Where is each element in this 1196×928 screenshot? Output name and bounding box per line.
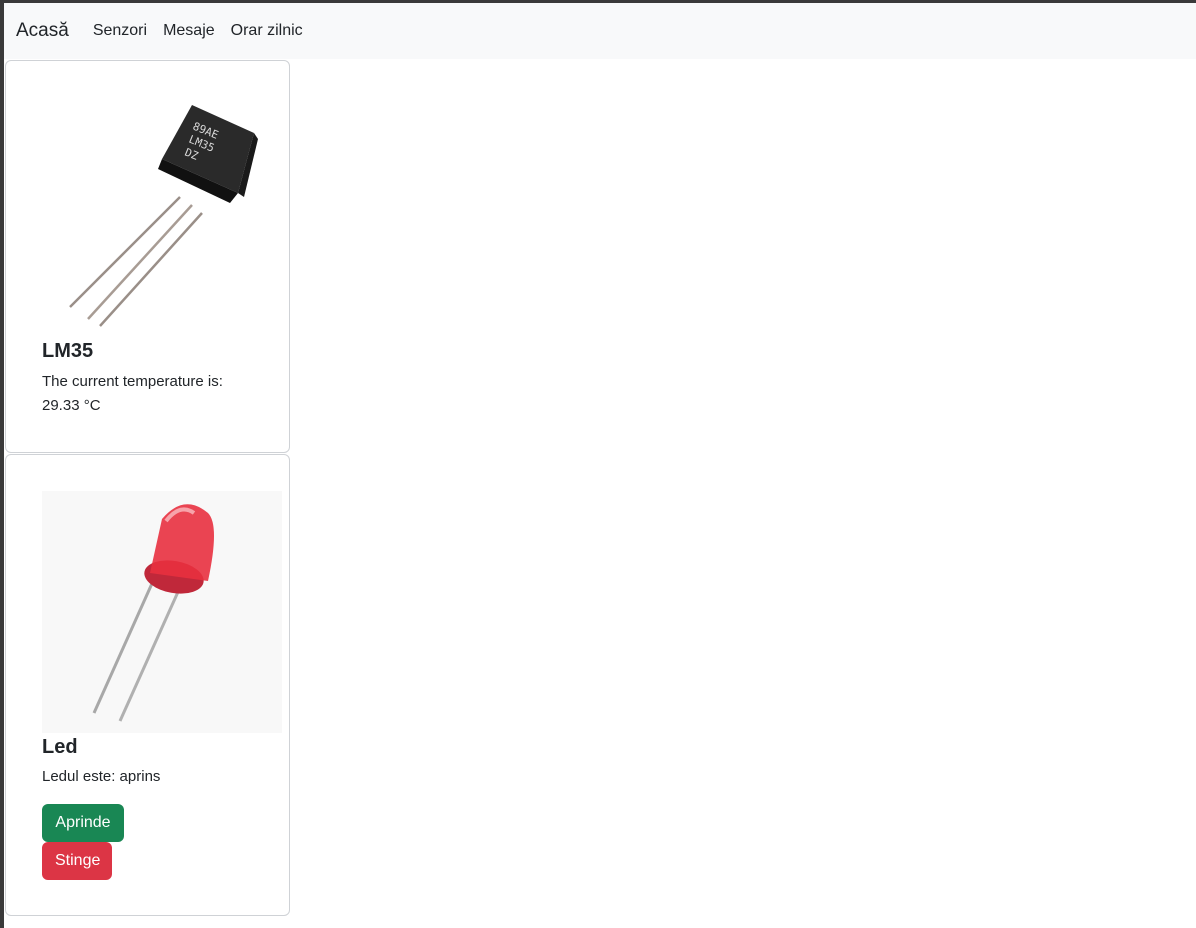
navbar: Acasă Senzori Mesaje Orar zilnic — [4, 3, 1196, 59]
temperature-value: 29.33 °C — [42, 397, 101, 414]
temperature-label: The current temperature is: — [42, 373, 223, 390]
sensor-card-lm35: 89AE LM35 DZ LM35 The current temperatur… — [5, 60, 290, 453]
led-off-button[interactable]: Stinge — [42, 842, 112, 880]
temperature-text: The current temperature is: 29.33 °C — [42, 370, 262, 418]
led-status-text: Ledul este: aprins — [42, 768, 161, 785]
browser-viewport: Acasă Senzori Mesaje Orar zilnic 89AE LM… — [4, 3, 1196, 928]
nav-link-senzori[interactable]: Senzori — [93, 22, 147, 40]
nav-link-orar-zilnic[interactable]: Orar zilnic — [231, 22, 303, 40]
card-title-lm35: LM35 — [42, 340, 94, 362]
nav-link-mesaje[interactable]: Mesaje — [163, 22, 215, 40]
red-led-image — [42, 491, 282, 733]
lm35-sensor-image: 89AE LM35 DZ — [69, 105, 258, 327]
card-title-led: Led — [42, 736, 78, 758]
led-on-button[interactable]: Aprinde — [42, 804, 124, 842]
device-card-led: Led Ledul este: aprins Aprinde Stinge — [5, 454, 290, 916]
navbar-brand[interactable]: Acasă — [16, 20, 69, 42]
